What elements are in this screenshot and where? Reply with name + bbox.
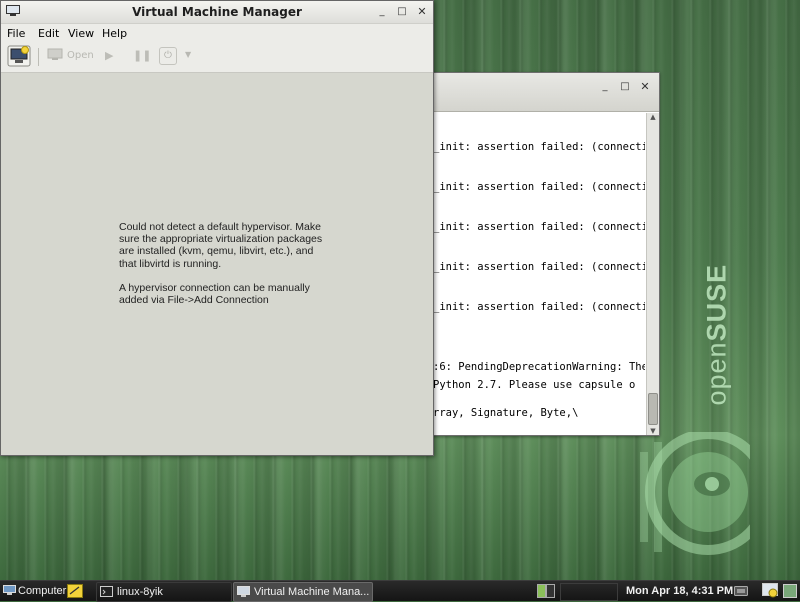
close-icon[interactable]: ✕ xyxy=(416,6,428,18)
taskbar-label: Virtual Machine Mana... xyxy=(254,586,370,598)
terminal-window[interactable]: _ □ ✕ _init: assertion failed: (connecti… xyxy=(424,72,660,436)
terminal-line: _init: assertion failed: (connecti xyxy=(433,221,645,233)
terminal-line: Python 2.7. Please use capsule o xyxy=(433,379,636,391)
menu-edit[interactable]: Edit xyxy=(38,27,59,40)
workspace-switcher-icon[interactable] xyxy=(537,584,555,598)
menu-help[interactable]: Help xyxy=(102,27,127,40)
vmm-icon xyxy=(237,586,250,597)
vmm-titlebar[interactable]: Virtual Machine Manager _ □ ✕ xyxy=(1,1,433,24)
taskbar-label: linux-8yik xyxy=(117,586,163,598)
terminal-icon xyxy=(100,586,113,597)
toolbar: Open ▶ ❚❚ ⏻ ▼ xyxy=(1,42,433,73)
menu-file[interactable]: File xyxy=(7,27,25,40)
vmm-window[interactable]: Virtual Machine Manager _ □ ✕ File Edit … xyxy=(0,0,434,456)
scroll-down-icon[interactable]: ▼ xyxy=(647,427,659,435)
computer-label: Computer xyxy=(18,585,67,597)
taskbar-item-terminal[interactable]: linux-8yik xyxy=(96,582,232,602)
scroll-up-icon[interactable]: ▲ xyxy=(647,113,659,121)
notes-icon[interactable] xyxy=(67,584,83,598)
scrollbar-thumb[interactable] xyxy=(648,393,658,425)
new-connection-icon[interactable] xyxy=(7,45,31,67)
computer-menu[interactable]: Computer xyxy=(2,582,66,600)
minimize-icon[interactable]: _ xyxy=(599,81,611,93)
terminal-line: _init: assertion failed: (connecti xyxy=(433,301,645,313)
show-desktop-icon[interactable] xyxy=(783,584,797,598)
bottom-panel: Computer linux-8yik Virtual Machine Mana… xyxy=(0,580,800,602)
terminal-line: _init: assertion failed: (connecti xyxy=(433,181,645,193)
opensuse-brand-text: openSUSE xyxy=(702,262,734,412)
shutdown-icon[interactable]: ⏻ xyxy=(159,47,177,65)
minimize-icon[interactable]: _ xyxy=(376,6,388,18)
brand-suffix: SUSE xyxy=(701,263,732,342)
maximize-icon[interactable]: □ xyxy=(396,6,408,18)
menubar: File Edit View Help xyxy=(1,24,433,42)
window-title: Virtual Machine Manager xyxy=(132,5,302,19)
close-icon[interactable]: ✕ xyxy=(639,81,651,93)
menu-view[interactable]: View xyxy=(68,27,94,40)
brand-prefix: open xyxy=(701,341,732,406)
terminal-line: _init: assertion failed: (connecti xyxy=(433,141,645,153)
computer-icon xyxy=(3,585,16,595)
message-text: A hypervisor connection can be manually … xyxy=(119,281,310,307)
terminal-titlebar[interactable]: _ □ ✕ xyxy=(425,73,659,112)
terminal-output[interactable]: _init: assertion failed: (connecti _init… xyxy=(433,113,645,435)
run-icon[interactable]: ▶ xyxy=(105,49,113,69)
terminal-line: _init: assertion failed: (connecti xyxy=(433,261,645,273)
message-text: Could not detect a default hypervisor. M… xyxy=(119,221,323,270)
terminal-line: :6: PendingDeprecationWarning: The xyxy=(433,361,645,373)
terminal-scrollbar[interactable]: ▲ ▼ xyxy=(646,113,659,435)
pause-icon[interactable]: ❚❚ xyxy=(133,49,151,69)
terminal-line: rray, Signature, Byte,\ xyxy=(433,407,579,419)
clock[interactable]: Mon Apr 18, 4:31 PM xyxy=(626,582,733,600)
open-button[interactable]: Open xyxy=(67,50,94,70)
workspace-pager[interactable] xyxy=(560,583,618,601)
no-hypervisor-message: Could not detect a default hypervisor. M… xyxy=(119,221,329,318)
network-icon[interactable] xyxy=(734,584,748,598)
taskbar-item-vmm[interactable]: Virtual Machine Mana... xyxy=(233,582,373,602)
update-notifier-icon[interactable] xyxy=(762,583,778,599)
opensuse-logo-icon xyxy=(640,432,750,555)
chevron-down-icon[interactable]: ▼ xyxy=(185,50,191,70)
open-icon[interactable] xyxy=(47,47,63,67)
toolbar-separator xyxy=(38,48,39,66)
maximize-icon[interactable]: □ xyxy=(619,81,631,93)
